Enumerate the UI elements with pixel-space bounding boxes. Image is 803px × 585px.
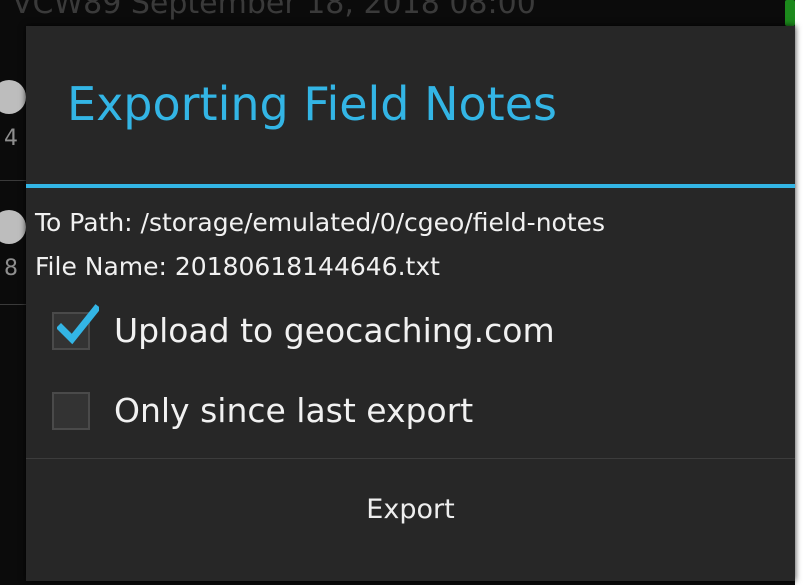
upload-checkbox[interactable] bbox=[52, 304, 99, 350]
cache-type-icon bbox=[0, 80, 26, 114]
export-field-notes-dialog: Exporting Field Notes To Path: /storage/… bbox=[26, 26, 795, 581]
background-row-count: 4 bbox=[4, 126, 18, 151]
export-path-text: To Path: /storage/emulated/0/cgeo/field-… bbox=[35, 208, 606, 237]
only-since-last-export-checkbox[interactable] bbox=[52, 392, 90, 430]
export-file-name-text: File Name: 20180618144646.txt bbox=[35, 252, 440, 281]
title-divider bbox=[26, 184, 795, 188]
export-button[interactable]: Export bbox=[26, 459, 795, 581]
only-since-last-export-row[interactable]: Only since last export bbox=[52, 385, 473, 437]
dialog-title: Exporting Field Notes bbox=[67, 77, 557, 131]
only-since-last-export-label: Only since last export bbox=[114, 391, 474, 430]
cache-type-icon bbox=[0, 210, 26, 244]
background-list-header: VCW89 September 18, 2018 08:00 bbox=[12, 0, 536, 21]
background-row-divider bbox=[0, 180, 26, 181]
background-status-badge bbox=[785, 0, 795, 26]
checkmark-icon bbox=[57, 304, 99, 345]
background-row-divider bbox=[0, 304, 26, 305]
upload-option-row[interactable]: Upload to geocaching.com bbox=[52, 304, 555, 357]
background-row-count: 8 bbox=[4, 256, 18, 281]
upload-option-label: Upload to geocaching.com bbox=[114, 311, 555, 350]
screen: VCW89 September 18, 2018 08:00 4 8 Expor… bbox=[0, 0, 803, 585]
